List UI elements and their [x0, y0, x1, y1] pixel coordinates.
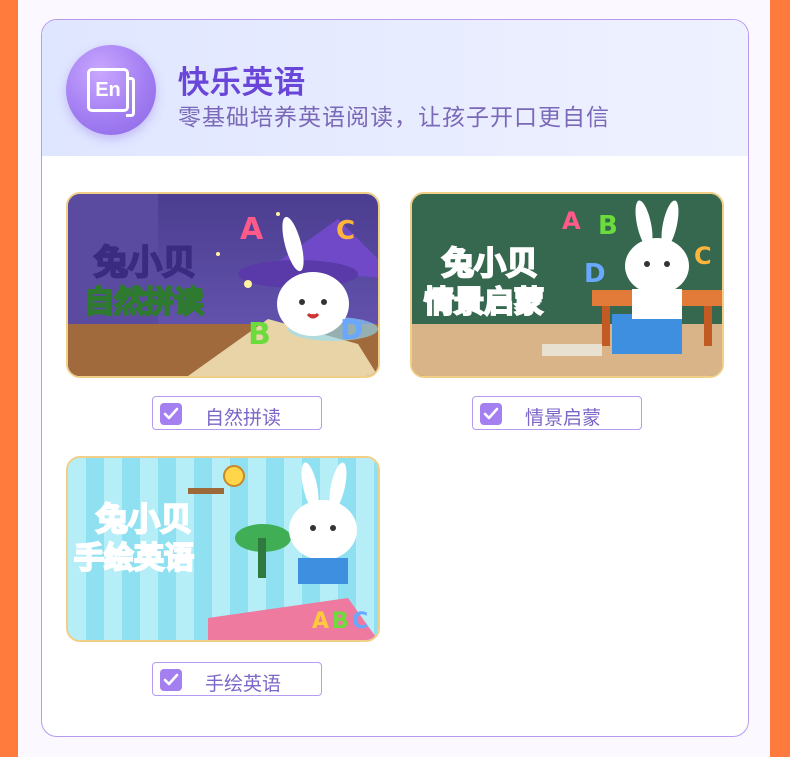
thumb-title-1: 兔小贝: [442, 244, 538, 282]
letter-d: D: [340, 313, 363, 346]
letter-b: B: [332, 609, 349, 634]
letter-c: C: [336, 216, 355, 246]
checkbox-checked-icon[interactable]: [480, 403, 502, 425]
letter-c: C: [694, 242, 712, 270]
course-card-handdrawn[interactable]: A B C 兔小贝 手绘英语: [66, 456, 380, 642]
section-subtitle: 零基础培养英语阅读，让孩子开口更自信: [178, 104, 610, 130]
thumb-title-1: 兔小贝: [96, 500, 192, 538]
happy-english-section: En 快乐英语 零基础培养英语阅读，让孩子开口更自信 A B C D 兔小贝 自…: [41, 19, 749, 737]
letter-d: D: [584, 259, 606, 289]
course-label: 自然拼读: [205, 408, 282, 429]
english-book-icon: En: [66, 45, 156, 135]
letter-c: C: [352, 609, 368, 634]
en-box: En: [87, 68, 135, 117]
thumb-title-2: 手绘英语: [74, 541, 194, 576]
course-chip-scenario[interactable]: 情景启蒙: [472, 396, 642, 430]
checkbox-checked-icon[interactable]: [160, 669, 182, 691]
course-label: 手绘英语: [205, 674, 282, 695]
phonics-thumbnail: A B C D 兔小贝 自然拼读: [68, 194, 378, 376]
course-chip-handdrawn[interactable]: 手绘英语: [152, 662, 322, 696]
handdrawn-thumbnail: A B C 兔小贝 手绘英语: [68, 458, 378, 640]
course-card-phonics[interactable]: A B C D 兔小贝 自然拼读: [66, 192, 380, 378]
letter-a: A: [240, 212, 264, 247]
checkbox-checked-icon[interactable]: [160, 403, 182, 425]
letter-a: A: [562, 207, 581, 235]
thumb-title-1: 兔小贝: [94, 243, 196, 283]
en-icon-text: En: [95, 79, 121, 101]
letter-a: A: [312, 609, 329, 634]
section-header: En 快乐英语 零基础培养英语阅读，让孩子开口更自信: [42, 20, 748, 156]
course-card-scenario[interactable]: A B C D 兔小贝 情景启蒙: [410, 192, 724, 378]
thumb-title-2: 自然拼读: [84, 285, 204, 320]
letter-b: B: [598, 211, 618, 241]
letter-b: B: [248, 317, 271, 352]
course-label: 情景启蒙: [525, 408, 602, 429]
section-title: 快乐英语: [178, 65, 306, 100]
thumb-title-2: 情景启蒙: [424, 285, 544, 320]
course-chip-phonics[interactable]: 自然拼读: [152, 396, 322, 430]
scenario-thumbnail: A B C D 兔小贝 情景启蒙: [412, 194, 722, 376]
